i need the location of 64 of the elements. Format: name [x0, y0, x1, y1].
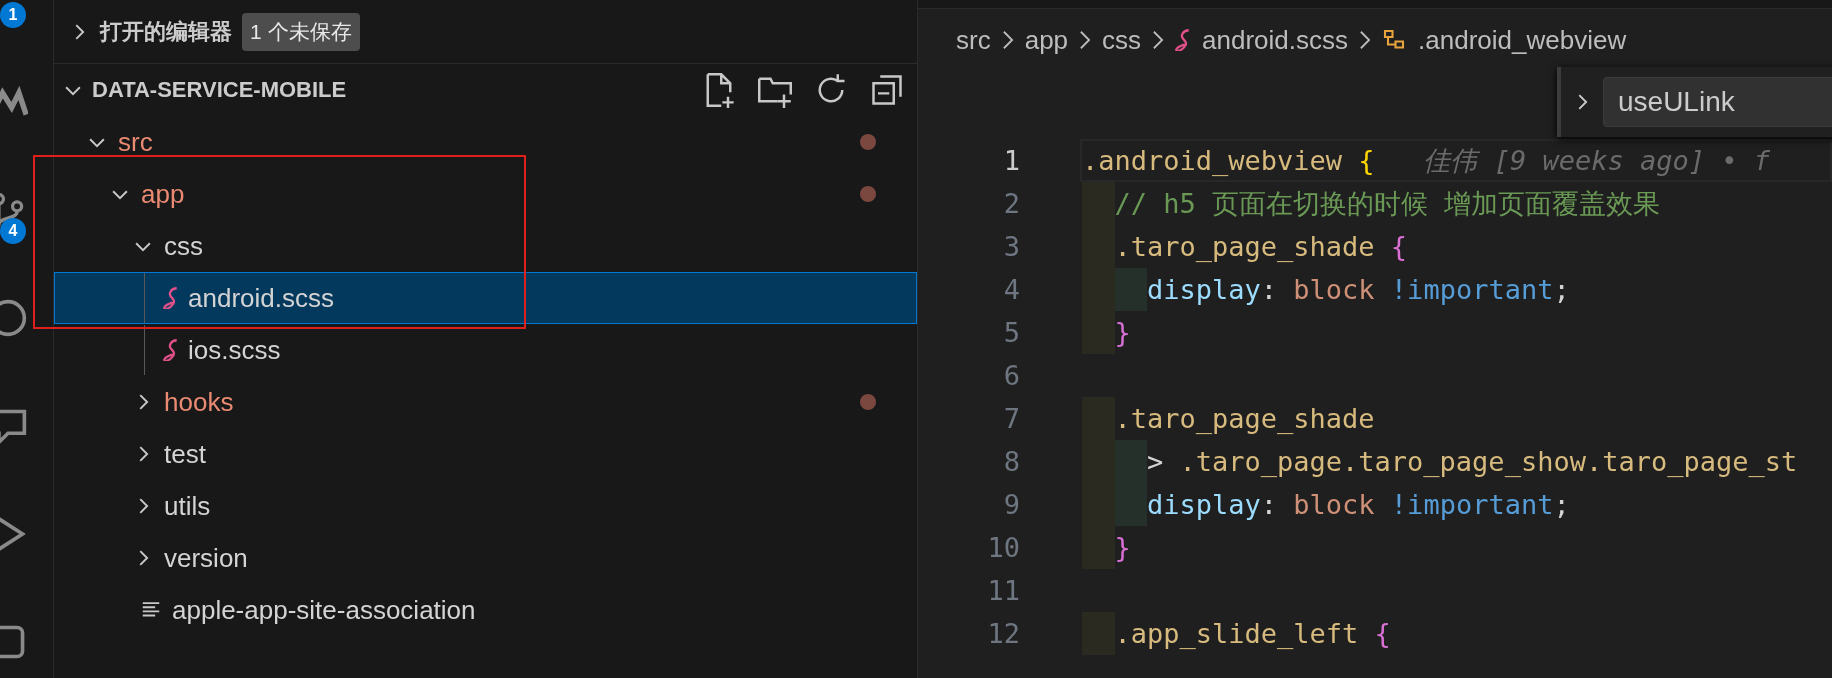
tree-item[interactable]: src [54, 116, 917, 168]
line-number: 2 [1002, 188, 1021, 219]
code-token: { [1389, 231, 1408, 262]
code-token: block [1292, 489, 1375, 520]
code-token: ; [1553, 274, 1570, 305]
code-token: { [1373, 618, 1391, 649]
modified-dot [860, 394, 876, 410]
modified-dot [860, 186, 876, 202]
line-number: 11 [986, 575, 1021, 606]
line-number: 7 [1002, 403, 1021, 434]
code-token: !important [1389, 489, 1554, 520]
breadcrumb-item[interactable]: .android_webview [1418, 24, 1627, 56]
code-token: block [1292, 274, 1375, 305]
code-token: display [1147, 489, 1261, 520]
breadcrumb-item[interactable]: src [956, 24, 991, 56]
find-input[interactable]: useULink [1603, 77, 1832, 127]
line-number: 6 [1002, 360, 1021, 391]
code-token: > [1147, 446, 1164, 477]
code-token: !important [1389, 274, 1554, 305]
project-title[interactable]: DATA-SERVICE-MOBILE [92, 77, 693, 103]
breadcrumb-item[interactable]: app [1024, 24, 1069, 56]
scss-file-icon [1175, 29, 1191, 51]
breadcrumb-item[interactable]: css [1102, 24, 1142, 56]
count-badge: 1 [0, 2, 26, 28]
tree-item[interactable]: android.scss [54, 272, 917, 324]
code-token: .android_webview [1082, 145, 1343, 176]
code-token: .app_slide_left [1114, 618, 1359, 649]
code-token: display [1147, 274, 1261, 305]
line-number: 12 [986, 618, 1021, 649]
line-number: 10 [986, 532, 1021, 563]
scss-file-icon [163, 339, 178, 361]
code-token: .taro_page_shade [1114, 403, 1375, 434]
code-token: : [1260, 489, 1278, 520]
code-token: } [1114, 317, 1131, 348]
code-token: .taro_page_shade [1114, 231, 1375, 262]
scss-file-icon [163, 287, 178, 309]
line-number: 9 [1002, 489, 1021, 520]
tree-item[interactable]: apple-app-site-association [54, 584, 917, 636]
blame-annotation: 佳伟 [9 weeks ago] • f [1423, 143, 1770, 178]
code-token: } [1114, 532, 1131, 563]
line-number: 8 [1002, 446, 1021, 477]
code-token: { [1357, 145, 1375, 176]
line-number: 5 [1002, 317, 1021, 348]
modified-dot [860, 134, 876, 150]
tree-item[interactable]: ios.scss [54, 324, 917, 376]
code-token: : [1260, 274, 1278, 305]
tree-item[interactable]: hooks [54, 376, 917, 428]
code-token: .taro_page.taro_page_show.taro_page_st [1178, 446, 1798, 477]
line-number: 4 [1002, 274, 1021, 305]
line-number: 1 [1002, 145, 1021, 176]
unsaved-badge: 1 个未保存 [242, 12, 360, 51]
tree-item[interactable]: version [54, 532, 917, 584]
tree-item[interactable]: utils [54, 480, 917, 532]
tree-item[interactable]: app [54, 168, 917, 220]
tree-item[interactable]: test [54, 428, 917, 480]
code-comment: // h5 页面在切换的时候 增加页面覆盖效果 [1114, 186, 1661, 221]
tree-item[interactable]: css [54, 220, 917, 272]
count-badge: 4 [0, 218, 26, 244]
line-number: 3 [1002, 231, 1021, 262]
collapse-all-icon[interactable] [869, 72, 905, 108]
breadcrumb-item[interactable]: android.scss [1202, 24, 1349, 56]
section-title[interactable]: 打开的编辑器 [100, 16, 232, 47]
code-token: ; [1553, 489, 1570, 520]
symbol-icon [1382, 28, 1407, 52]
